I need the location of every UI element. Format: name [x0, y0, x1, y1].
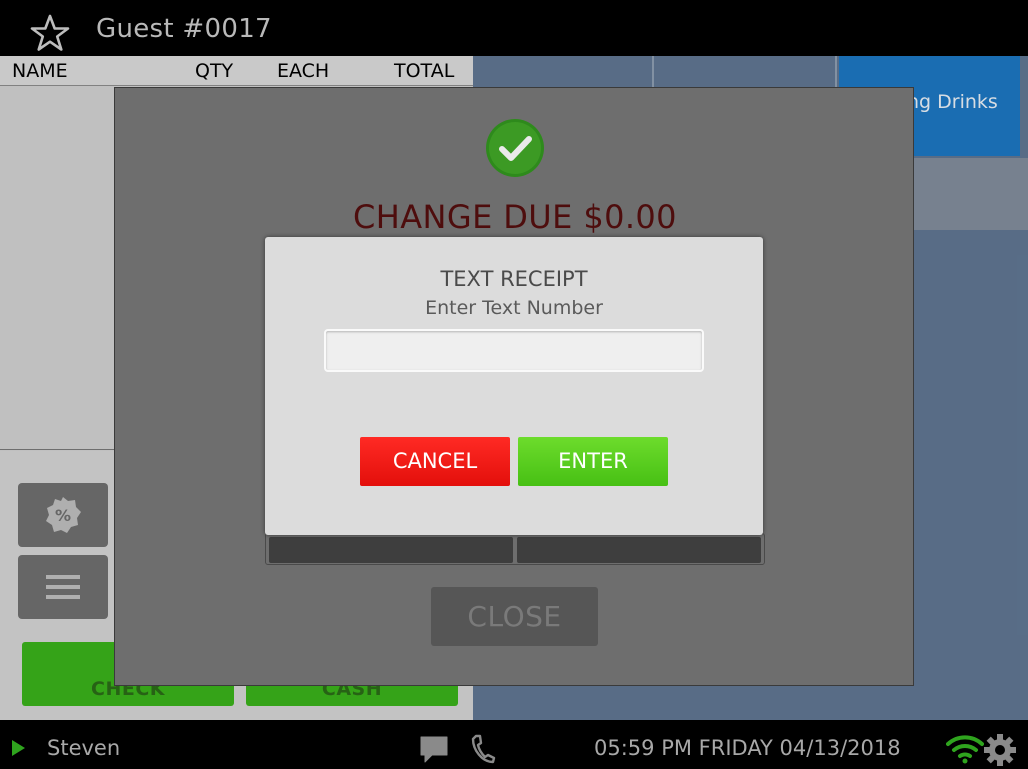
receipt-option-button[interactable]	[517, 537, 761, 563]
change-due-text: CHANGE DUE $0.00	[353, 198, 677, 236]
dialog-subtitle: Enter Text Number	[425, 297, 603, 319]
phone-number-input[interactable]	[324, 329, 704, 372]
menu-button[interactable]	[18, 555, 108, 619]
top-bar: Guest #0017	[0, 0, 1028, 56]
enter-button[interactable]: ENTER	[518, 437, 668, 486]
wifi-icon	[946, 734, 984, 764]
svg-text:%: %	[55, 506, 71, 525]
star-icon[interactable]	[30, 14, 70, 52]
column-name: NAME	[12, 60, 68, 82]
order-header: NAME QTY EACH TOTAL	[0, 56, 473, 86]
status-bar: Steven 05:59 PM FRIDAY 04/13/2018	[0, 720, 1028, 769]
column-qty: QTY	[195, 60, 234, 82]
discount-button[interactable]: %	[18, 483, 108, 547]
guest-title: Guest #0017	[96, 14, 272, 44]
column-each: EACH	[277, 60, 330, 82]
gear-icon[interactable]	[982, 732, 1018, 768]
receipt-options	[265, 533, 765, 565]
chat-icon[interactable]	[418, 734, 450, 764]
menu-icon	[46, 575, 80, 599]
close-button[interactable]: CLOSE	[431, 587, 598, 646]
cancel-button[interactable]: CANCEL	[360, 437, 510, 486]
column-total: TOTAL	[394, 60, 455, 82]
user-name[interactable]: Steven	[47, 736, 120, 760]
play-icon	[12, 740, 25, 756]
datetime-display: 05:59 PM FRIDAY 04/13/2018	[594, 736, 901, 760]
text-receipt-dialog: TEXT RECEIPT Enter Text Number CANCEL EN…	[265, 237, 763, 535]
receipt-option-button[interactable]	[269, 537, 513, 563]
phone-icon[interactable]	[470, 734, 496, 764]
check-circle-icon	[485, 118, 545, 178]
discount-badge-icon: %	[46, 497, 81, 533]
dialog-title: TEXT RECEIPT	[440, 267, 588, 291]
